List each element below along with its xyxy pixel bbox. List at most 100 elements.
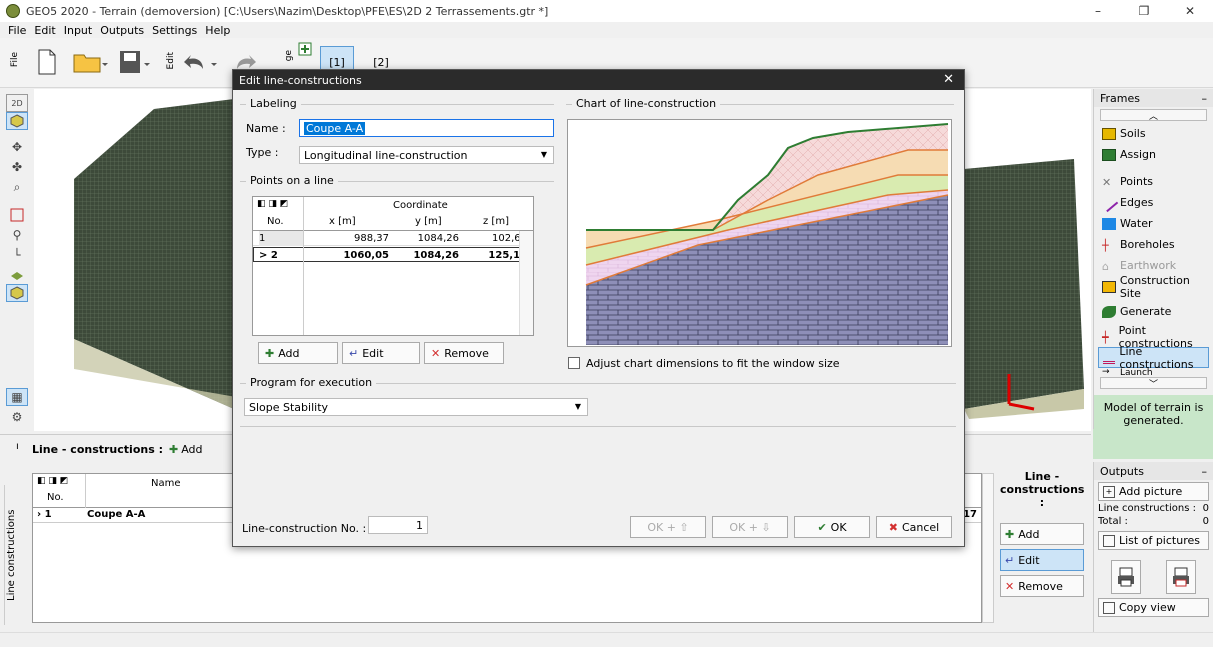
frame-generate-label: Generate [1120, 305, 1172, 318]
restore-button[interactable]: ❐ [1121, 0, 1167, 22]
axes-icon[interactable]: └ [6, 246, 28, 264]
frame-edges[interactable]: Edges [1094, 192, 1213, 213]
list-of-pictures-button[interactable]: List of pictures [1098, 531, 1209, 550]
menu-settings[interactable]: Settings [152, 24, 197, 37]
table-view-icon[interactable]: ▦ [6, 388, 28, 406]
frame-points[interactable]: ✕ Points [1094, 171, 1213, 192]
remove-point-label: Remove [444, 346, 489, 360]
program-label: Program for execution [246, 376, 377, 389]
point-2-z[interactable]: 125,17 [463, 248, 527, 263]
3d-view-icon[interactable] [6, 112, 28, 130]
line-constructions-count-row: Line constructions : 0 [1094, 503, 1213, 516]
remove-point-button[interactable]: ✕ Remove [424, 342, 504, 364]
dialog-close-icon[interactable]: ✕ [943, 72, 954, 87]
2d-view-icon[interactable]: 2D [6, 94, 28, 112]
point-2-y[interactable]: 1084,26 [393, 248, 459, 263]
point-1-x[interactable]: 988,37 [305, 231, 389, 246]
frame-soils[interactable]: Soils [1094, 123, 1213, 144]
table-view-icons[interactable]: ◧ ◨ ◩ [37, 476, 68, 486]
bottom-side-actions: Line - constructions : ✚ Add ↵ Edit ✕ Re… [1000, 470, 1084, 601]
points-scrollbar[interactable] [519, 231, 533, 335]
outputs-collapse-icon[interactable]: – [1202, 465, 1208, 478]
panel-grip-icon[interactable]: ı [16, 441, 19, 452]
move-icon[interactable]: ✥ [6, 138, 28, 156]
frame-boreholes[interactable]: ┼ Boreholes [1094, 234, 1213, 255]
open-file-icon[interactable] [70, 46, 110, 78]
name-input[interactable]: Coupe A-A [299, 119, 554, 137]
launch-icon: → [1102, 368, 1110, 377]
scroll-up-button[interactable]: ︿ [1100, 109, 1207, 122]
menu-file[interactable]: File [8, 24, 26, 37]
point-row-1[interactable]: 1 988,37 1084,26 102,62 [253, 231, 533, 246]
close-window-button[interactable]: ✕ [1167, 0, 1213, 22]
remove-point-icon: ✕ [431, 346, 441, 360]
line-constructions-vertical-tab[interactable]: Line constructions [4, 485, 18, 625]
side-label: Line - constructions : [1000, 470, 1085, 509]
point-1-y[interactable]: 1084,26 [393, 231, 459, 246]
row-no: › 1 [37, 509, 52, 520]
bottom-add-button[interactable]: ✚ Add [169, 443, 203, 456]
print-icon[interactable] [1110, 560, 1141, 594]
row-last-value: 17 [963, 509, 977, 520]
collapse-icon[interactable]: – [1202, 92, 1208, 105]
frame-line-constructions-label: Line constructions [1119, 344, 1194, 371]
zoom-icon[interactable]: ⌕ [6, 178, 28, 196]
side-add-button[interactable]: ✚ Add [1000, 523, 1084, 545]
side-edit-button[interactable]: ↵ Edit [1000, 549, 1084, 571]
edit-tab[interactable]: Edit [166, 52, 176, 69]
add-picture-button[interactable]: + Add picture [1098, 482, 1209, 501]
axis-icon[interactable]: ⚲ [6, 226, 28, 244]
copy-view-label: Copy view [1119, 601, 1176, 614]
shaded-view-icon[interactable] [6, 284, 28, 302]
frame-generate[interactable]: Generate [1094, 301, 1213, 322]
cancel-button[interactable]: ✖ Cancel [876, 516, 952, 538]
program-group: Program for execution [240, 376, 956, 389]
save-file-icon[interactable] [116, 46, 156, 78]
settings-icon[interactable]: ⚙ [6, 408, 28, 426]
edit-point-button[interactable]: ↵ Edit [342, 342, 420, 364]
add-point-label: Add [278, 346, 300, 360]
undo-icon[interactable] [182, 46, 220, 78]
copy-view-button[interactable]: Copy view [1098, 598, 1209, 617]
menu-edit[interactable]: Edit [34, 24, 55, 37]
frame-assign[interactable]: Assign [1094, 144, 1213, 165]
frame-construction-site[interactable]: Construction Site [1094, 274, 1213, 300]
program-select[interactable]: Slope Stability ▼ [244, 398, 588, 416]
frame-water-label: Water [1120, 217, 1153, 230]
table-scrollbar[interactable] [982, 473, 994, 623]
frame-water[interactable]: Water [1094, 213, 1213, 234]
minimize-button[interactable]: – [1075, 0, 1121, 22]
points-table-view-icons[interactable]: ◧ ◨ ◩ [257, 199, 288, 209]
add-stage-icon[interactable] [298, 42, 312, 56]
point-2-x[interactable]: 1060,05 [305, 248, 389, 263]
type-select[interactable]: Longitudinal line-construction ▼ [299, 146, 554, 164]
frame-boreholes-label: Boreholes [1120, 238, 1175, 251]
ok-previous-button[interactable]: OK + ⇧ [630, 516, 706, 538]
print-export-icon[interactable] [1166, 560, 1197, 594]
scroll-down-button[interactable]: ﹀ [1100, 377, 1207, 390]
menu-outputs[interactable]: Outputs [100, 24, 144, 37]
line-construction-no-input[interactable]: 1 [368, 516, 428, 534]
side-add-icon: ✚ [1005, 527, 1015, 541]
file-tab[interactable]: File [10, 52, 20, 67]
left-toolbar: 2D ✥ ✤ ⌕ ⚲ └ ▦ ⚙ [4, 90, 30, 430]
new-file-icon[interactable] [34, 46, 60, 78]
add-point-button[interactable]: ✚ Add [258, 342, 338, 364]
bottom-add-label: Add [181, 443, 203, 456]
rotate-icon[interactable]: ✤ [6, 158, 28, 176]
fit-view-icon[interactable] [6, 206, 28, 224]
ok-next-button[interactable]: OK + ⇩ [712, 516, 788, 538]
point-1-z[interactable]: 102,62 [463, 231, 527, 246]
frame-line-constructions[interactable]: Line constructions [1098, 344, 1209, 371]
point-row-2[interactable]: > 2 1060,05 1084,26 125,17 [253, 247, 533, 262]
adjust-chart-checkbox[interactable] [568, 357, 580, 369]
menu-help[interactable]: Help [205, 24, 230, 37]
name-label: Name : [246, 122, 286, 135]
side-remove-button[interactable]: ✕ Remove [1000, 575, 1084, 597]
points-col-no: No. [267, 216, 284, 227]
chart-group: Chart of line-construction [566, 97, 954, 110]
stage-tab[interactable]: ge [284, 50, 294, 61]
ok-button[interactable]: ✔ OK [794, 516, 870, 538]
bottom-panel-title: Line - constructions : ✚ Add [32, 443, 203, 456]
menu-input[interactable]: Input [64, 24, 92, 37]
